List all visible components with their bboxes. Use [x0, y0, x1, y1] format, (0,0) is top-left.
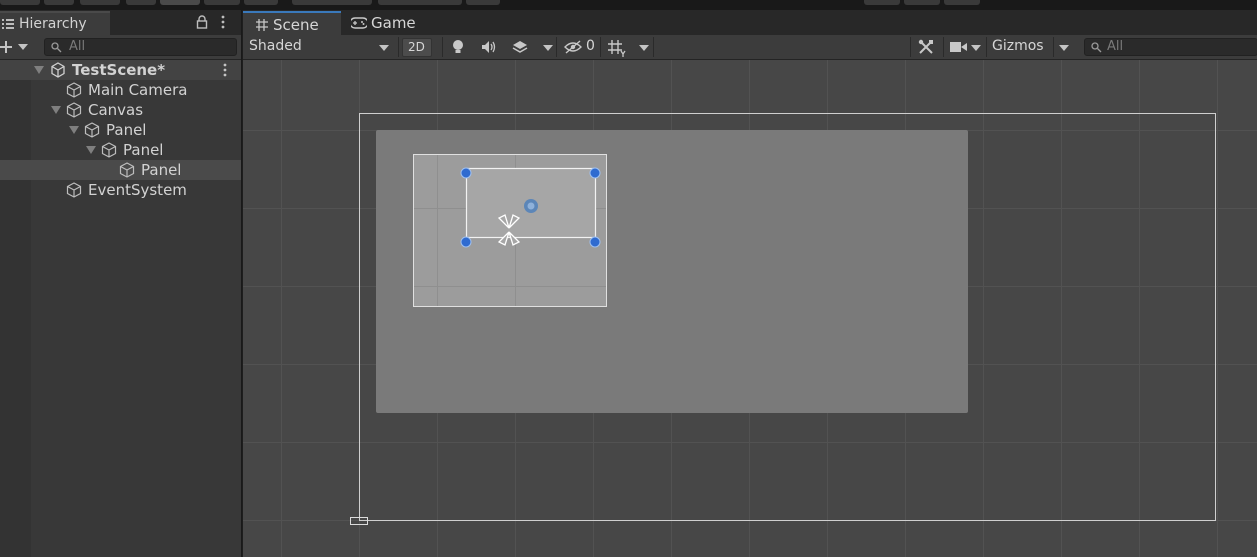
pivot-handle-icon[interactable] — [524, 199, 538, 213]
draw-mode-dropdown[interactable]: Shaded — [243, 35, 397, 59]
2d-mode-label: 2D — [408, 40, 425, 54]
chevron-down-icon[interactable] — [18, 44, 28, 50]
hierarchy-tree: TestScene* Main Camera Canvas Panel Pane… — [0, 60, 241, 557]
hierarchy-item-main-camera[interactable]: Main Camera — [0, 80, 241, 100]
chevron-down-icon[interactable] — [971, 45, 981, 51]
fold-arrow-icon[interactable] — [34, 66, 44, 74]
hierarchy-item-label: Panel — [141, 161, 182, 179]
hierarchy-tabbar: Hierarchy — [0, 10, 241, 35]
hierarchy-panel: Hierarchy All TestScene* Main Camera Can… — [0, 10, 241, 557]
unity-logo-icon — [51, 62, 65, 78]
toolbar-separator — [556, 37, 557, 57]
tab-hierarchy-label: Hierarchy — [19, 16, 87, 32]
scene-panel: Scene Game Shaded 2D 0 Gizmos All — [242, 10, 1257, 557]
gamepad-icon — [351, 17, 367, 29]
hierarchy-item-canvas[interactable]: Canvas — [0, 100, 241, 120]
fold-arrow-icon[interactable] — [51, 106, 61, 114]
hierarchy-item-label: Main Camera — [88, 81, 188, 99]
tab-hierarchy[interactable]: Hierarchy — [0, 11, 110, 35]
chevron-down-icon — [1059, 45, 1069, 51]
gizmos-label: Gizmos — [992, 38, 1044, 54]
lock-icon[interactable] — [196, 15, 208, 29]
hierarchy-item-label: Panel — [123, 141, 164, 159]
hierarchy-search-placeholder: All — [69, 39, 86, 54]
tools-icon[interactable] — [918, 39, 934, 55]
grid-snap-icon[interactable] — [607, 39, 627, 57]
fold-arrow-icon[interactable] — [86, 146, 96, 154]
audio-icon[interactable] — [481, 40, 497, 54]
gameobject-cube-icon — [66, 102, 82, 118]
hierarchy-item-eventsystem[interactable]: EventSystem — [0, 180, 241, 200]
draw-mode-label: Shaded — [249, 38, 302, 54]
search-icon — [51, 42, 62, 53]
toolbar-separator — [910, 37, 911, 57]
gameobject-cube-icon — [66, 82, 82, 98]
scene-toolbar: Shaded 2D 0 Gizmos All — [243, 35, 1257, 60]
gameobject-cube-icon — [101, 142, 117, 158]
hierarchy-item-panel-selected[interactable]: Panel — [0, 160, 241, 180]
scene-search-input[interactable]: All — [1084, 38, 1257, 56]
main-toolbar-strip — [0, 0, 1257, 10]
scene-row[interactable]: TestScene* — [0, 60, 241, 80]
scene-more-icon[interactable] — [222, 63, 228, 77]
hierarchy-item-label: EventSystem — [88, 181, 187, 199]
grid-icon — [256, 19, 268, 31]
scene-search-placeholder: All — [1107, 39, 1124, 54]
hidden-count: 0 — [586, 38, 595, 54]
hierarchy-item-label: Canvas — [88, 101, 144, 119]
plus-icon[interactable] — [0, 39, 16, 55]
tab-game-label: Game — [371, 14, 416, 32]
toolbar-separator — [653, 37, 654, 57]
toolbar-separator — [398, 37, 399, 57]
camera-icon[interactable] — [950, 41, 968, 53]
effects-layers-icon[interactable] — [512, 39, 528, 55]
search-icon — [1091, 42, 1102, 53]
gameobject-cube-icon — [66, 182, 82, 198]
chevron-down-icon — [379, 45, 389, 51]
chevron-down-icon[interactable] — [639, 45, 649, 51]
toolbar-separator — [1053, 37, 1054, 57]
toolbar-separator — [600, 37, 601, 57]
toolbar-separator — [442, 37, 443, 57]
scene-viewport[interactable] — [243, 60, 1257, 557]
gameobject-cube-icon — [119, 162, 135, 178]
list-icon — [2, 19, 14, 29]
scene-canvas-svg[interactable] — [243, 60, 1257, 557]
scene-tabbar: Scene Game — [243, 10, 1257, 35]
hierarchy-item-label: Panel — [106, 121, 147, 139]
hierarchy-item-panel[interactable]: Panel — [0, 140, 241, 160]
gizmos-dropdown[interactable]: Gizmos — [987, 35, 1077, 59]
fold-arrow-icon[interactable] — [69, 126, 79, 134]
hierarchy-search-input[interactable]: All — [44, 38, 237, 56]
tab-scene-label: Scene — [273, 16, 319, 34]
hidden-eye-icon[interactable] — [564, 40, 582, 54]
chevron-down-icon[interactable] — [543, 45, 553, 51]
2d-mode-button[interactable]: 2D — [402, 38, 432, 57]
gameobject-cube-icon — [84, 122, 100, 138]
scene-name: TestScene* — [72, 61, 166, 79]
tab-scene[interactable]: Scene — [243, 11, 341, 35]
more-options-icon[interactable] — [220, 15, 226, 29]
lightbulb-icon[interactable] — [451, 39, 465, 55]
hierarchy-item-panel[interactable]: Panel — [0, 120, 241, 140]
toolbar-separator — [943, 37, 944, 57]
hierarchy-toolbar: All — [0, 35, 241, 60]
tab-game[interactable]: Game — [343, 11, 433, 35]
